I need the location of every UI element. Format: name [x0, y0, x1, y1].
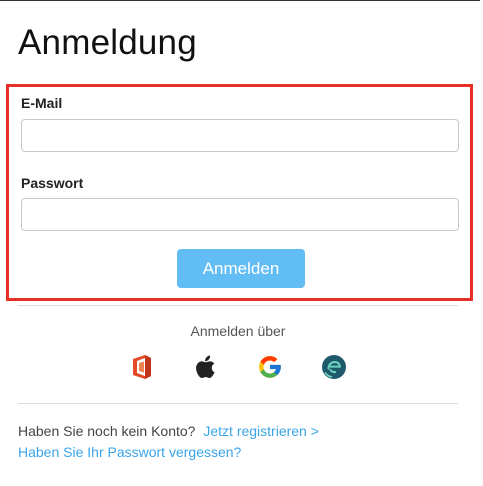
register-link[interactable]: Jetzt registrieren > [203, 423, 319, 439]
apple-icon [196, 355, 215, 378]
email-field[interactable] [21, 119, 459, 152]
password-label: Passwort [21, 175, 84, 191]
register-prompt: Haben Sie noch kein Konto? Jetzt registr… [18, 423, 319, 439]
element-icon [322, 355, 346, 379]
password-field[interactable] [21, 198, 459, 231]
sso-google-button[interactable] [256, 353, 284, 381]
sso-apple-button[interactable] [192, 353, 220, 381]
microsoft-office-icon [133, 355, 151, 379]
divider-top [18, 305, 458, 306]
no-account-text: Haben Sie noch kein Konto? [18, 423, 196, 439]
sso-element-button[interactable] [320, 353, 348, 381]
divider-bottom [18, 403, 458, 404]
google-icon [259, 356, 281, 378]
top-border [0, 0, 480, 1]
forgot-password-line: Haben Sie Ihr Passwort vergessen? [18, 444, 241, 460]
login-button[interactable]: Anmelden [177, 249, 305, 288]
email-label: E-Mail [21, 95, 63, 111]
login-form: E-Mail Passwort Anmelden [6, 84, 473, 301]
sso-heading: Anmelden über [190, 323, 286, 339]
page-title: Anmeldung [18, 23, 197, 62]
forgot-password-link[interactable]: Haben Sie Ihr Passwort vergessen? [18, 444, 241, 460]
sso-office-button[interactable] [128, 353, 156, 381]
